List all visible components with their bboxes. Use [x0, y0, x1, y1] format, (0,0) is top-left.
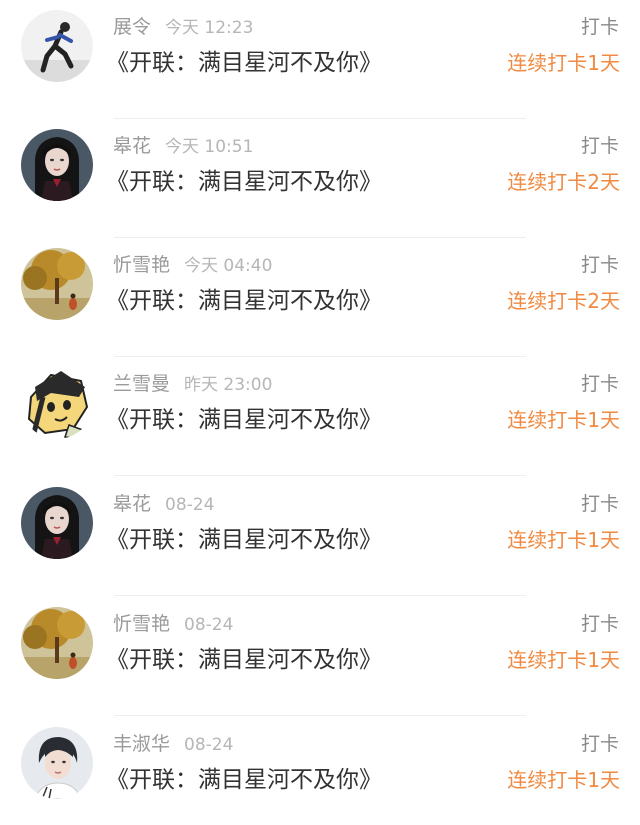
- streak-count: 连续打卡1天: [507, 648, 620, 672]
- post-time: 昨天 23:00: [184, 375, 273, 395]
- post-time: 今天 04:40: [184, 256, 273, 276]
- user-name[interactable]: 忻雪艳: [113, 613, 170, 635]
- user-name[interactable]: 兰雪曼: [113, 373, 170, 395]
- streak-count: 连续打卡1天: [507, 408, 620, 432]
- article-title[interactable]: 《开联：满目星河不及你》: [106, 762, 382, 798]
- dark-hair-girl-avatar-icon[interactable]: [21, 129, 93, 201]
- list-item[interactable]: 皋花 今天 10:51 《开联：满目星河不及你》 打卡 连续打卡2天: [0, 119, 640, 238]
- streak-count: 连续打卡1天: [507, 51, 620, 75]
- checkin-label: 打卡: [580, 613, 619, 635]
- list-item[interactable]: 丰淑华 08-24 《开联：满目星河不及你》 打卡 连续打卡1天: [0, 717, 640, 825]
- user-name[interactable]: 展令: [113, 16, 151, 38]
- dark-hair-girl-avatar-icon[interactable]: [21, 487, 93, 559]
- checkin-label: 打卡: [580, 493, 619, 515]
- post-time: 08-24: [165, 495, 215, 515]
- article-title[interactable]: 《开联：满目星河不及你》: [106, 522, 382, 558]
- autumn-tree-avatar-icon[interactable]: [21, 248, 93, 320]
- item-meta: 丰淑华 08-24: [113, 731, 233, 757]
- item-meta: 忻雪艳 08-24: [113, 611, 233, 637]
- item-meta: 皋花 08-24: [113, 491, 214, 517]
- user-name[interactable]: 忻雪艳: [113, 254, 170, 276]
- streak-count: 连续打卡2天: [507, 289, 620, 313]
- article-title[interactable]: 《开联：满目星河不及你》: [106, 164, 382, 200]
- checkin-feed: 展令 今天 12:23 《开联：满目星河不及你》 打卡 连续打卡1天 皋花 今天 1…: [0, 0, 640, 825]
- list-item[interactable]: 皋花 08-24 《开联：满目星河不及你》 打卡 连续打卡1天: [0, 477, 640, 596]
- checkin-label: 打卡: [580, 733, 619, 755]
- streak-count: 连续打卡1天: [507, 768, 620, 792]
- item-meta: 忻雪艳 今天 04:40: [113, 252, 272, 278]
- checkin-label: 打卡: [580, 16, 619, 38]
- streak-count: 连续打卡2天: [507, 170, 620, 194]
- post-time: 今天 12:23: [165, 18, 254, 38]
- user-name[interactable]: 丰淑华: [113, 733, 170, 755]
- cartoon-character-avatar-icon[interactable]: [21, 367, 93, 439]
- list-item[interactable]: 忻雪艳 08-24 《开联：满目星河不及你》 打卡 连续打卡1天: [0, 597, 640, 716]
- user-name[interactable]: 皋花: [113, 135, 151, 157]
- user-name[interactable]: 皋花: [113, 493, 151, 515]
- item-meta: 皋花 今天 10:51: [113, 133, 253, 159]
- item-meta: 展令 今天 12:23: [113, 14, 253, 40]
- article-title[interactable]: 《开联：满目星河不及你》: [106, 402, 382, 438]
- checkin-label: 打卡: [580, 373, 619, 395]
- post-time: 08-24: [184, 735, 234, 755]
- article-title[interactable]: 《开联：满目星河不及你》: [106, 45, 382, 81]
- checkin-label: 打卡: [580, 135, 619, 157]
- article-title[interactable]: 《开联：满目星河不及你》: [106, 283, 382, 319]
- list-item[interactable]: 兰雪曼 昨天 23:00 《开联：满目星河不及你》 打卡 连续打卡1天: [0, 357, 640, 476]
- list-item[interactable]: 展令 今天 12:23 《开联：满目星河不及你》 打卡 连续打卡1天: [0, 0, 640, 119]
- young-man-avatar-icon[interactable]: [21, 727, 93, 799]
- streak-count: 连续打卡1天: [507, 528, 620, 552]
- item-meta: 兰雪曼 昨天 23:00: [113, 371, 272, 397]
- article-title[interactable]: 《开联：满目星河不及你》: [106, 642, 382, 678]
- autumn-tree-avatar-icon[interactable]: [21, 607, 93, 679]
- post-time: 08-24: [184, 615, 234, 635]
- checkin-label: 打卡: [580, 254, 619, 276]
- post-time: 今天 10:51: [165, 137, 254, 157]
- list-item[interactable]: 忻雪艳 今天 04:40 《开联：满目星河不及你》 打卡 连续打卡2天: [0, 238, 640, 357]
- runner-avatar-icon[interactable]: [21, 10, 93, 82]
